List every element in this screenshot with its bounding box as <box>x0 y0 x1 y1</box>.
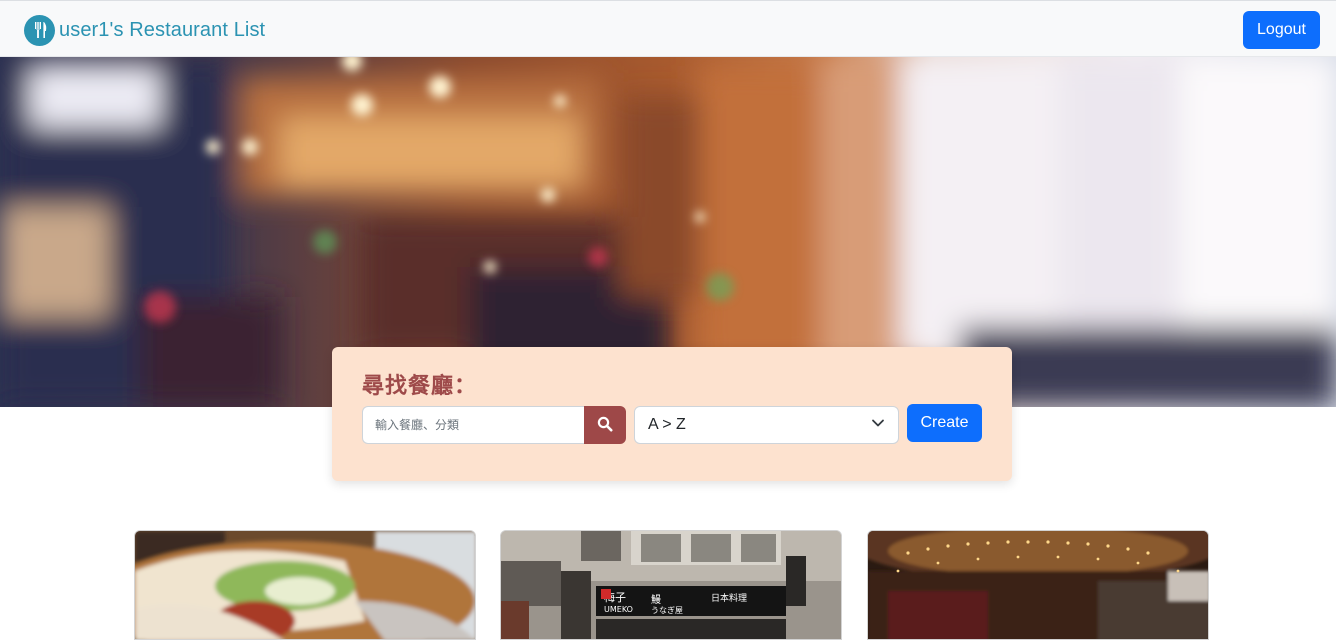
navbar: user1's Restaurant List Logout <box>0 0 1336 57</box>
create-button[interactable]: Create <box>907 404 982 442</box>
sort-selected-value: A > Z <box>648 416 686 433</box>
restaurant-interior-photo <box>868 531 1208 639</box>
search-panel: 尋找餐廳： A > Z Create <box>332 347 1012 481</box>
umeko-storefront-photo: 梅子 UMEKO 鰻 うなぎ屋 日本料理 <box>501 531 841 639</box>
search-button[interactable] <box>584 406 626 444</box>
food-wrap-photo <box>135 531 475 639</box>
brand-link[interactable]: user1's Restaurant List <box>24 14 265 46</box>
svg-text:UMEKO: UMEKO <box>604 605 633 614</box>
svg-text:鰻: 鰻 <box>651 593 661 606</box>
brand-title: user1's Restaurant List <box>59 18 266 41</box>
svg-text:うなぎ屋: うなぎ屋 <box>651 605 683 615</box>
logout-button[interactable]: Logout <box>1243 11 1320 49</box>
sort-select[interactable]: A > Z <box>634 406 899 444</box>
svg-text:日本料理: 日本料理 <box>711 592 747 604</box>
restaurant-card[interactable]: 梅子 UMEKO 鰻 うなぎ屋 日本料理 <box>500 530 842 640</box>
search-input[interactable] <box>362 406 585 444</box>
search-icon <box>597 416 613 435</box>
chevron-down-icon <box>871 416 885 435</box>
search-heading: 尋找餐廳： <box>362 373 478 398</box>
restaurant-card[interactable] <box>867 530 1209 640</box>
restaurant-card[interactable] <box>134 530 476 640</box>
utensils-icon <box>24 14 55 46</box>
